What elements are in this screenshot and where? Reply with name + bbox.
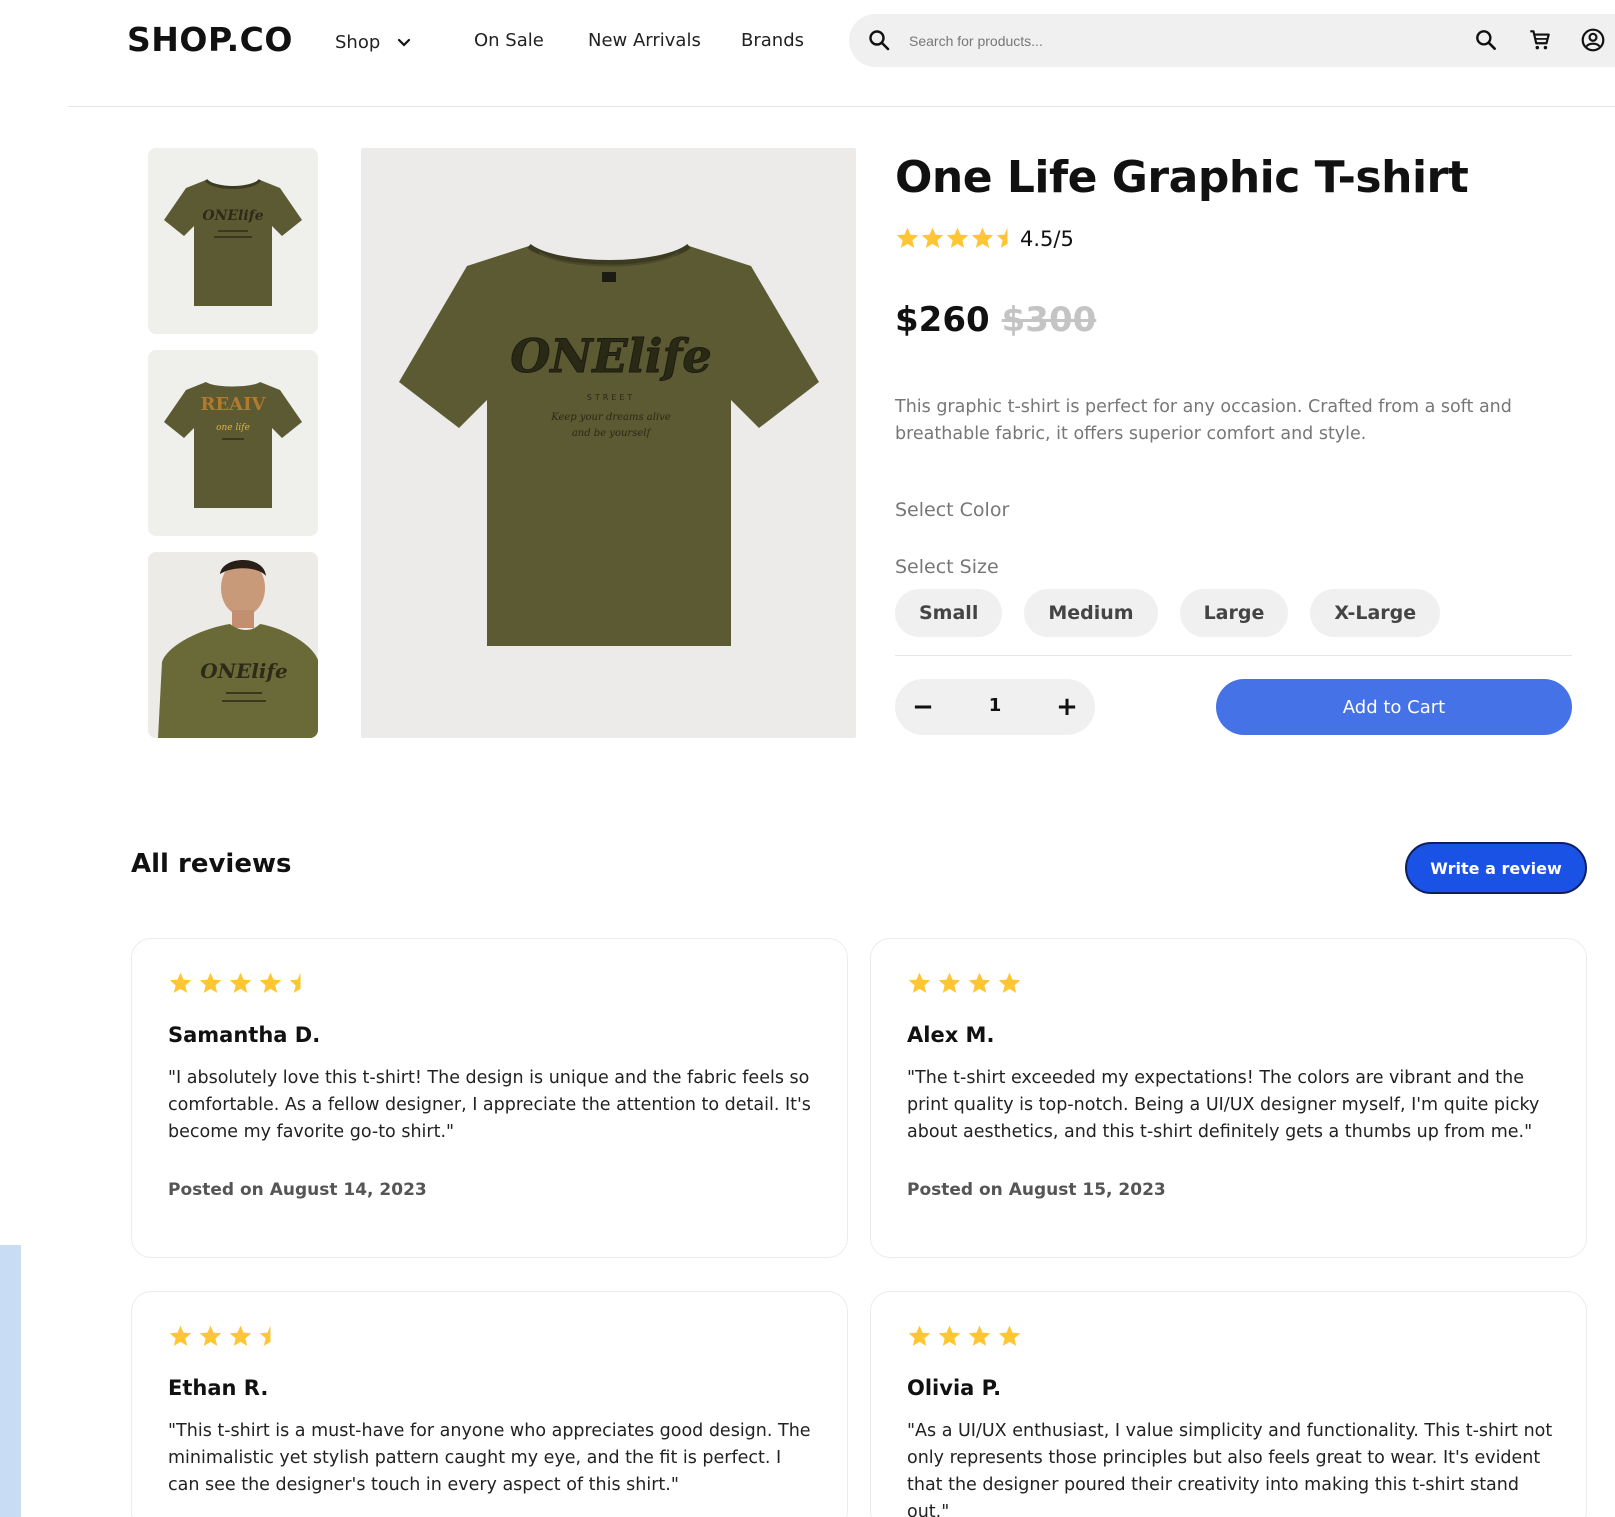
header-divider (68, 106, 1615, 107)
search-icon (869, 30, 890, 51)
logo[interactable]: SHOP.CO (127, 20, 293, 59)
half-star-icon (289, 972, 301, 993)
review-stars (907, 1324, 1022, 1349)
divider (895, 655, 1572, 656)
star-icon (229, 1325, 252, 1346)
half-star-icon (259, 1325, 271, 1346)
size-options: Small Medium Large X-Large (895, 589, 1441, 637)
size-xlarge-button[interactable]: X-Large (1310, 589, 1441, 637)
review-text: "The t-shirt exceeded my expectations! T… (907, 1068, 1540, 1142)
review-stars (168, 971, 313, 996)
account-icon[interactable] (1580, 27, 1606, 53)
svg-text:ONElife: ONElife (202, 208, 263, 224)
review-card: Ethan R. "This t-shirt is a must-have fo… (131, 1291, 848, 1517)
star-icon (908, 1325, 931, 1346)
nav-new-arrivals[interactable]: New Arrivals (588, 30, 701, 51)
original-price: $300 (1001, 300, 1097, 340)
main-product-image: ONElife STREET Keep your dreams alive an… (361, 148, 856, 738)
product-description: This graphic t-shirt is perfect for any … (895, 397, 1512, 444)
cart-icon[interactable] (1527, 27, 1553, 53)
svg-text:one life: one life (216, 423, 250, 433)
add-to-cart-button[interactable]: Add to Cart (1216, 679, 1572, 735)
review-card: Olivia P. "As a UI/UX enthusiast, I valu… (870, 1291, 1587, 1517)
star-icon (199, 972, 222, 993)
review-stars (907, 971, 1022, 996)
star-icon (908, 972, 931, 993)
product-rating: 4.5/5 (895, 226, 1074, 251)
thumbnail-front[interactable]: ONElife (148, 148, 318, 334)
review-stars (168, 1324, 283, 1349)
reviewer-name: Samantha D. (168, 1023, 321, 1047)
reviewer-name: Olivia P. (907, 1376, 1002, 1400)
star-icon (968, 1325, 991, 1346)
review-date: Posted on August 15, 2023 (907, 1180, 1166, 1200)
review-text: "I absolutely love this t-shirt! The des… (168, 1068, 811, 1142)
thumbnail-model[interactable]: ONElife (148, 552, 318, 738)
price-row: $260 $300 (895, 300, 1096, 340)
star-icon (896, 227, 919, 248)
star-icon (971, 227, 994, 248)
nav-brands[interactable]: Brands (741, 30, 804, 51)
review-card: Alex M. "The t-shirt exceeded my expecta… (870, 938, 1587, 1258)
thumbnail-back[interactable]: REAIV one life (148, 350, 318, 536)
current-price: $260 (895, 300, 990, 340)
search-bar[interactable] (849, 14, 1615, 67)
size-medium-button[interactable]: Medium (1024, 589, 1158, 637)
nav-on-sale[interactable]: On Sale (474, 30, 544, 51)
svg-text:ONElife: ONElife (510, 329, 711, 383)
chevron-down-icon (398, 38, 411, 47)
side-accent-bar (0, 1245, 21, 1517)
reviewer-name: Ethan R. (168, 1376, 269, 1400)
star-icon (968, 972, 991, 993)
top-navigation: SHOP.CO Shop On Sale New Arrivals Brands (0, 0, 1615, 108)
star-icon (921, 227, 944, 248)
rating-stars (895, 226, 1020, 251)
review-text: "As a UI/UX enthusiast, I value simplici… (907, 1421, 1553, 1517)
search-icon[interactable] (1473, 27, 1499, 53)
star-icon (259, 972, 282, 993)
nav-shop-dropdown[interactable]: Shop (335, 32, 412, 53)
star-icon (938, 972, 961, 993)
star-icon (199, 1325, 222, 1346)
star-icon (169, 1325, 192, 1346)
review-text: "This t-shirt is a must-have for anyone … (168, 1421, 811, 1495)
reviews-heading: All reviews (131, 849, 292, 879)
star-icon (229, 972, 252, 993)
select-size-label: Select Size (895, 556, 999, 578)
star-icon (938, 1325, 961, 1346)
reviewer-name: Alex M. (907, 1023, 995, 1047)
tshirt-front-image: ONElife (164, 178, 302, 306)
size-small-button[interactable]: Small (895, 589, 1003, 637)
size-large-button[interactable]: Large (1179, 589, 1289, 637)
model-wearing-tshirt-image: ONElife (148, 552, 318, 738)
star-icon (998, 1325, 1021, 1346)
tshirt-main-image: ONElife STREET Keep your dreams alive an… (399, 243, 819, 646)
search-input[interactable] (909, 28, 1429, 54)
review-card: Samantha D. "I absolutely love this t-sh… (131, 938, 848, 1258)
svg-text:STREET: STREET (587, 393, 636, 402)
svg-text:and be yourself: and be yourself (572, 428, 653, 439)
quantity-stepper: − 1 + (895, 679, 1095, 735)
nav-shop-label: Shop (335, 32, 381, 53)
svg-text:Keep your dreams alive: Keep your dreams alive (550, 412, 671, 423)
product-title: One Life Graphic T-shirt (895, 152, 1469, 203)
svg-text:REAIV: REAIV (200, 394, 266, 415)
review-date: Posted on August 14, 2023 (168, 1180, 427, 1200)
increase-quantity-button[interactable]: + (1039, 679, 1095, 735)
half-star-icon (996, 227, 1008, 248)
star-icon (169, 972, 192, 993)
tshirt-back-image: REAIV one life (164, 382, 302, 508)
star-icon (998, 972, 1021, 993)
rating-text: 4.5/5 (1020, 226, 1074, 251)
star-icon (946, 227, 969, 248)
svg-text:ONElife: ONElife (200, 659, 287, 683)
select-color-label: Select Color (895, 499, 1010, 521)
write-review-button[interactable]: Write a review (1405, 842, 1587, 894)
